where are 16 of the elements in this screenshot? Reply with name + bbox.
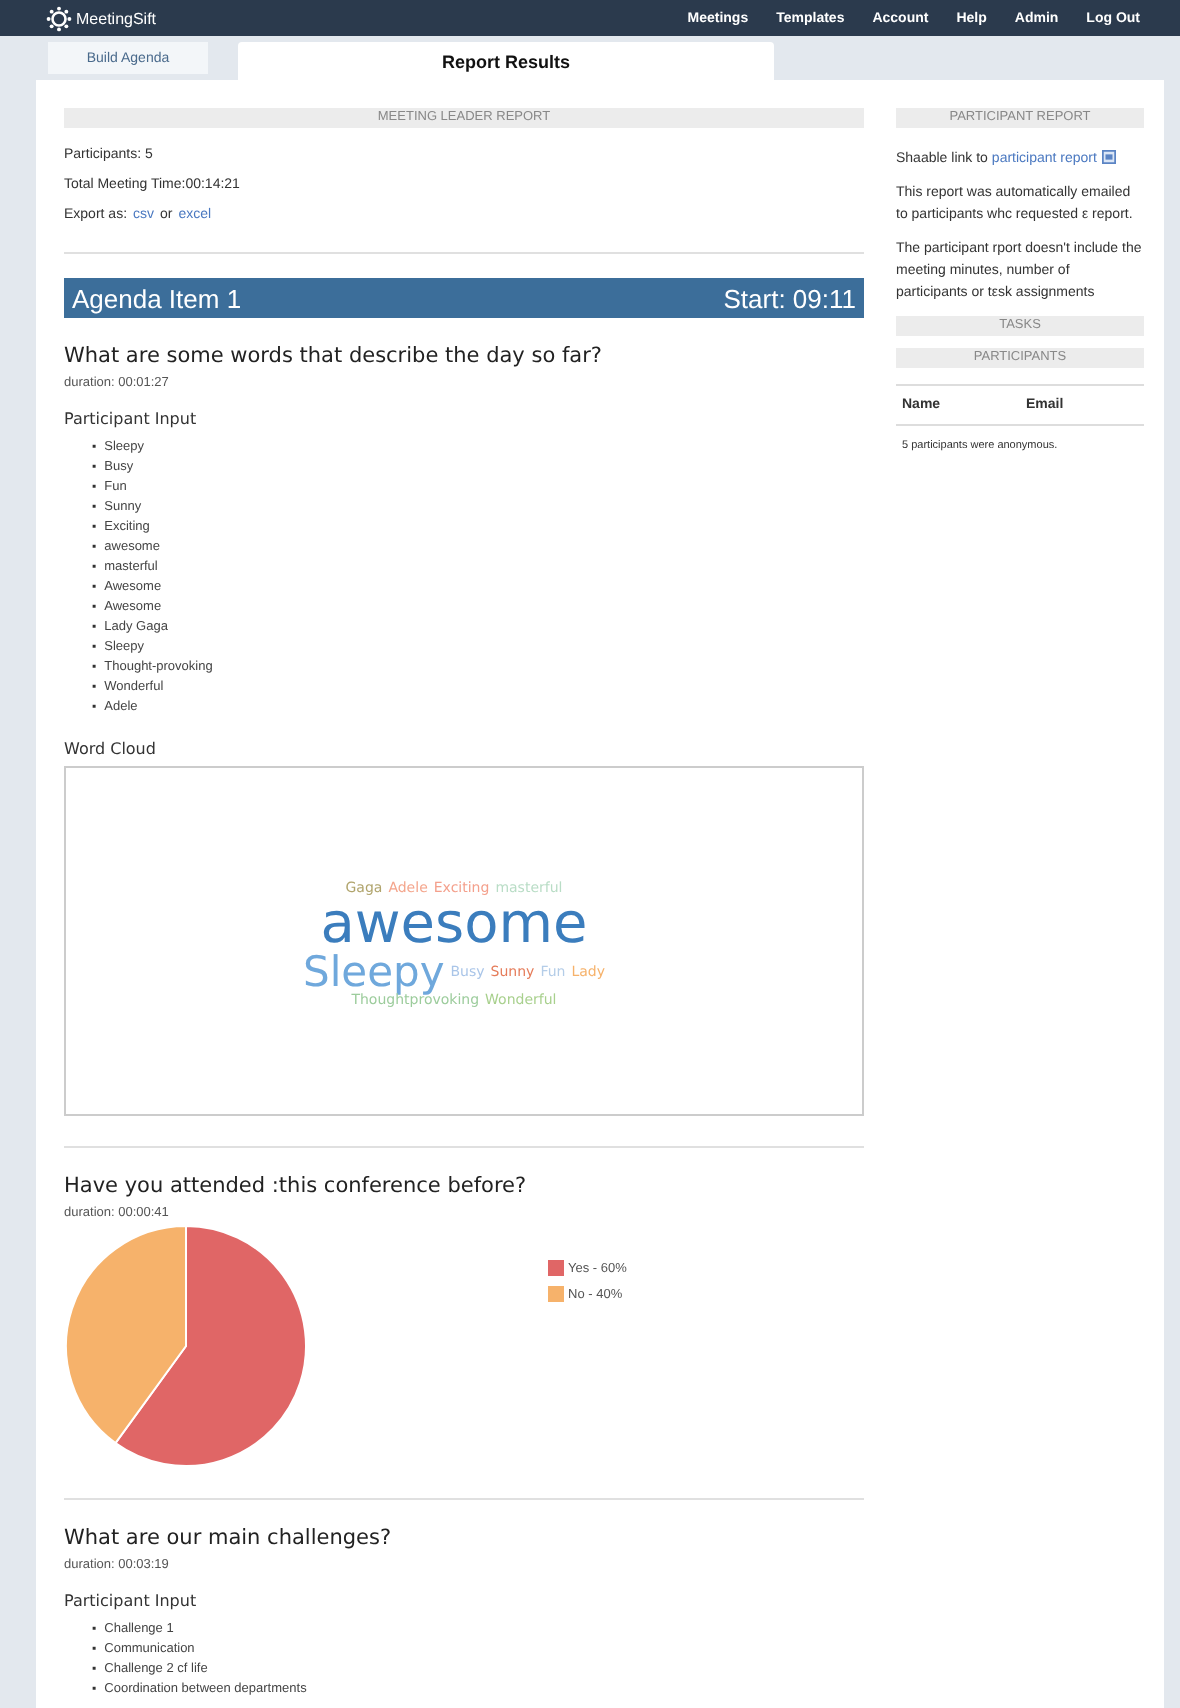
agenda-start: Start: 09:11 (723, 283, 856, 313)
cloud-word: Sleepy (302, 952, 445, 994)
document-icon[interactable] (1102, 150, 1117, 164)
question-title: What are our main challenges? (64, 1526, 394, 1550)
legend-swatch (548, 1260, 564, 1276)
legend-swatch (548, 1286, 564, 1302)
word-cloud-heading: Word Cloud (64, 740, 158, 758)
input-heading: Participant Input (64, 1592, 199, 1610)
gear-icon (46, 5, 72, 31)
question-title: What are some words that describe the day so far? (64, 344, 604, 368)
agenda-title: Agenda Item 1 (72, 283, 242, 313)
brand-name[interactable]: MeetingSift (76, 9, 157, 27)
cloud-word: awesome (320, 896, 588, 952)
question-title: Have you attended :this conference before? (64, 1174, 529, 1198)
input-heading: Participant Input (64, 410, 199, 428)
tab[interactable]: Report Results (238, 42, 774, 80)
